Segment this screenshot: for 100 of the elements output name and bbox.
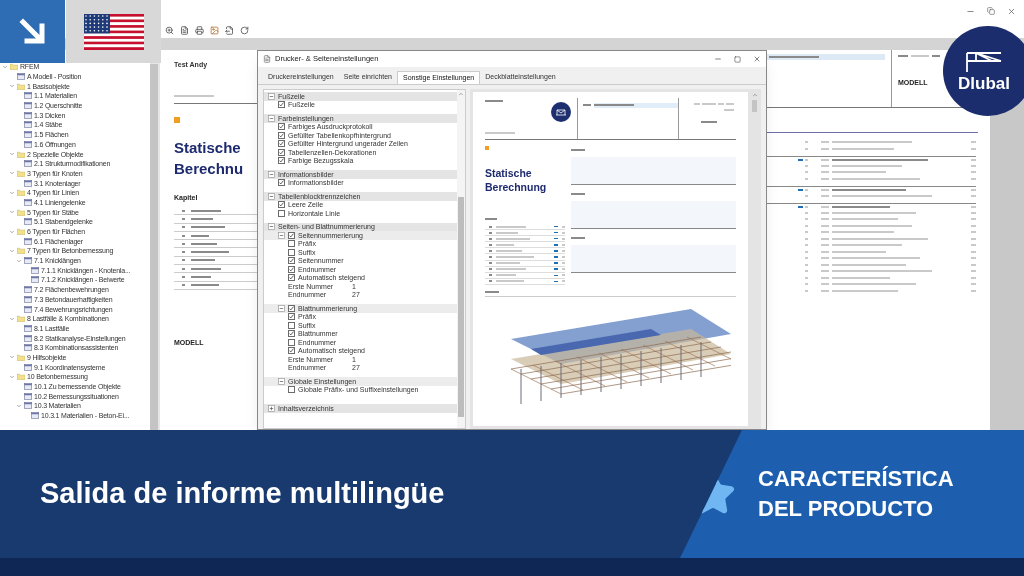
collapse-icon[interactable] <box>278 304 285 312</box>
chevron-down-icon[interactable] <box>9 209 15 216</box>
checkbox[interactable] <box>288 347 295 355</box>
table-icon <box>24 92 32 100</box>
scrollbar[interactable] <box>150 64 158 430</box>
checkbox[interactable] <box>288 386 295 394</box>
chevron-down-icon[interactable] <box>9 373 15 380</box>
checkbox[interactable] <box>288 338 295 346</box>
checkbox[interactable] <box>288 248 295 256</box>
illegible-text <box>182 251 185 254</box>
folder-icon <box>17 150 25 158</box>
checkbox[interactable] <box>278 201 285 209</box>
chevron-down-icon[interactable] <box>9 315 15 322</box>
checkbox[interactable] <box>278 123 285 131</box>
table-icon <box>17 73 25 81</box>
chevron-down-icon[interactable] <box>9 170 15 177</box>
illegible-text <box>496 225 526 228</box>
section-marker <box>485 146 489 150</box>
section-marker <box>174 116 180 123</box>
checkbox[interactable] <box>288 240 295 248</box>
checkbox[interactable] <box>288 274 295 282</box>
table-icon <box>24 121 32 129</box>
us-flag-icon <box>83 13 144 50</box>
feature-label: CARACTERÍSTICA <box>758 465 954 493</box>
checkbox[interactable] <box>278 209 285 217</box>
checkbox[interactable] <box>288 257 295 265</box>
illegible-text <box>496 280 524 283</box>
illegible-text <box>182 259 185 262</box>
folder-icon <box>17 208 25 216</box>
illegible-text <box>182 226 185 229</box>
collapse-icon[interactable] <box>268 170 275 178</box>
table-icon <box>24 344 32 352</box>
collapse-icon[interactable] <box>278 377 285 385</box>
illegible-text <box>832 171 886 174</box>
chevron-down-icon[interactable] <box>2 63 8 70</box>
table-icon <box>31 412 39 420</box>
checkbox[interactable] <box>288 321 295 329</box>
illegible-text <box>182 242 185 245</box>
checkbox[interactable] <box>278 140 285 148</box>
image-icon[interactable] <box>210 25 219 35</box>
refresh-icon[interactable] <box>240 25 249 35</box>
checkbox[interactable] <box>278 131 285 139</box>
checkbox[interactable] <box>278 148 285 156</box>
chevron-down-icon[interactable] <box>9 228 15 235</box>
chevron-down-icon[interactable] <box>9 247 15 254</box>
chevron-down-icon[interactable] <box>16 402 22 409</box>
checkbox[interactable] <box>278 179 285 187</box>
zoom-icon[interactable] <box>165 25 174 35</box>
checkbox[interactable] <box>288 313 295 321</box>
illegible-text <box>191 267 221 270</box>
illegible-text <box>832 250 886 253</box>
export-icon[interactable] <box>225 25 234 35</box>
checkbox[interactable] <box>278 101 285 109</box>
document-icon[interactable] <box>180 25 189 35</box>
chevron-down-icon[interactable] <box>9 151 15 158</box>
folder-icon <box>17 228 25 236</box>
folder-icon <box>17 247 25 255</box>
chapter-marker <box>798 188 803 191</box>
chevron-down-icon[interactable] <box>16 257 22 264</box>
checkbox[interactable] <box>288 304 295 312</box>
chapter-marker <box>554 250 558 252</box>
close-icon[interactable] <box>1007 6 1016 16</box>
folder-icon <box>17 189 25 197</box>
printer-icon[interactable] <box>195 25 204 35</box>
report-title: Berechnu <box>174 158 245 179</box>
scroll-up-icon[interactable] <box>751 92 758 98</box>
illegible-text <box>832 218 898 221</box>
collapse-icon[interactable] <box>268 223 275 231</box>
illegible-text <box>485 290 499 293</box>
table-icon <box>24 363 32 371</box>
illegible-text <box>191 217 213 220</box>
folder-icon <box>17 315 25 323</box>
scroll-up-icon[interactable] <box>458 91 464 97</box>
checkbox[interactable] <box>288 231 295 239</box>
restore-icon[interactable] <box>987 7 995 15</box>
table-icon <box>24 402 32 410</box>
chevron-down-icon[interactable] <box>9 189 15 196</box>
checkbox[interactable] <box>278 157 285 165</box>
illegible-text <box>191 209 221 212</box>
maximize-icon[interactable] <box>734 55 741 63</box>
scroll-thumb[interactable] <box>752 100 757 112</box>
folder-icon <box>17 353 25 361</box>
logo-text: Dlubal <box>958 74 1010 92</box>
checkbox[interactable] <box>288 330 295 338</box>
collapse-icon[interactable] <box>278 231 285 239</box>
scroll-thumb[interactable] <box>458 197 464 417</box>
checkbox[interactable] <box>288 265 295 273</box>
illegible-text <box>832 147 894 150</box>
collapse-icon[interactable] <box>268 114 275 122</box>
scrollbar[interactable] <box>457 90 465 428</box>
chevron-down-icon[interactable] <box>9 83 15 90</box>
minimize-icon[interactable] <box>714 55 722 63</box>
collapse-icon[interactable] <box>268 92 275 100</box>
document-icon <box>263 55 271 63</box>
expand-icon[interactable] <box>268 404 275 412</box>
chevron-down-icon[interactable] <box>9 354 15 361</box>
chapter-marker <box>554 274 558 277</box>
table-icon <box>24 237 32 245</box>
collapse-icon[interactable] <box>268 192 275 200</box>
close-icon[interactable] <box>753 55 761 63</box>
